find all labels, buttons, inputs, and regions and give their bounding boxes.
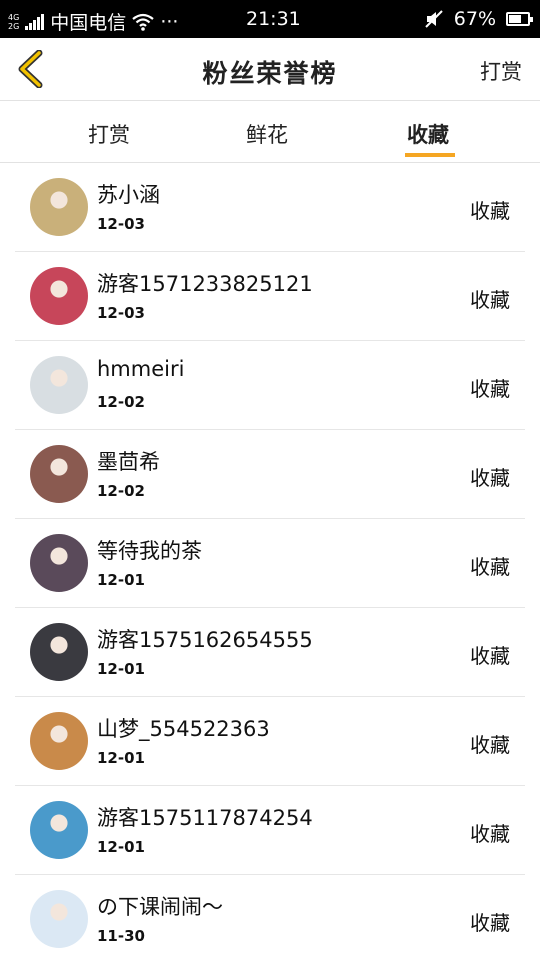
reward-button[interactable]: 打赏: [480, 56, 522, 86]
fan-list: 苏小涵 12-03 收藏 游客1571233825121 12-03 收藏 hmmeiri 1…: [0, 163, 540, 960]
fan-name: の下课闹闹～: [97, 895, 223, 919]
tab-favorites[interactable]: 收藏: [407, 119, 449, 149]
status-left: 4G 2G 中国电信 ···: [8, 8, 178, 35]
fan-name: 游客1575117874254: [97, 806, 313, 830]
fan-list-item[interactable]: 游客1571233825121 12-03 收藏: [0, 252, 540, 341]
tab-bar: 打赏 鲜花 收藏: [0, 101, 540, 163]
avatar[interactable]: [30, 267, 88, 325]
fan-name: 游客1571233825121: [97, 272, 313, 296]
fan-list-item[interactable]: 苏小涵 12-03 收藏: [0, 163, 540, 252]
avatar[interactable]: [30, 801, 88, 859]
fan-list-item[interactable]: hmmeiri 12-02 收藏: [0, 341, 540, 430]
fan-date: 12-03: [97, 215, 145, 233]
fan-date: 12-01: [97, 571, 145, 589]
signal-icon: [25, 13, 45, 30]
active-tab-indicator: [405, 153, 455, 157]
battery-percent: 67%: [453, 8, 496, 30]
avatar[interactable]: [30, 623, 88, 681]
avatar[interactable]: [30, 356, 88, 414]
fan-date: 12-03: [97, 304, 145, 322]
status-right: 67%: [424, 8, 533, 30]
avatar[interactable]: [30, 534, 88, 592]
battery-icon: [506, 12, 533, 26]
fan-date: 11-30: [97, 927, 145, 945]
network-type-top: 4G: [8, 12, 20, 22]
fan-name: 游客1575162654555: [97, 628, 313, 652]
avatar[interactable]: [30, 890, 88, 948]
tab-flowers[interactable]: 鲜花: [246, 119, 288, 149]
fan-date: 12-02: [97, 393, 145, 411]
status-bar: 4G 2G 中国电信 ··· 21:31 67%: [0, 0, 540, 38]
fan-name: 苏小涵: [97, 183, 160, 207]
fan-action-label: 收藏: [470, 911, 510, 935]
fan-list-item[interactable]: 墨茴希 12-02 收藏: [0, 430, 540, 519]
wifi-icon: [132, 13, 154, 31]
fan-date: 12-01: [97, 838, 145, 856]
fan-action-label: 收藏: [470, 644, 510, 668]
fan-list-item[interactable]: 游客1575117874254 12-01 收藏: [0, 786, 540, 875]
fan-list-item[interactable]: 等待我的茶 12-01 收藏: [0, 519, 540, 608]
fan-action-label: 收藏: [470, 733, 510, 757]
more-status-dots: ···: [160, 10, 179, 33]
fan-action-label: 收藏: [470, 555, 510, 579]
network-type-bottom: 2G: [8, 21, 20, 31]
network-type: 4G 2G: [8, 13, 19, 31]
fan-list-item[interactable]: の下课闹闹～ 11-30 收藏: [0, 875, 540, 960]
battery-fill: [509, 15, 522, 23]
fan-name: 等待我的茶: [97, 539, 202, 563]
tab-reward[interactable]: 打赏: [88, 119, 130, 149]
carrier-name: 中国电信: [50, 12, 127, 34]
avatar[interactable]: [30, 712, 88, 770]
avatar[interactable]: [30, 178, 88, 236]
fan-name: hmmeiri: [97, 357, 185, 381]
status-time: 21:31: [246, 8, 301, 30]
nav-bar: 粉丝荣誉榜 打赏: [0, 38, 540, 101]
fan-name: 墨茴希: [97, 450, 160, 474]
fan-date: 12-01: [97, 749, 145, 767]
fan-date: 12-01: [97, 660, 145, 678]
fan-action-label: 收藏: [470, 199, 510, 223]
fan-action-label: 收藏: [470, 288, 510, 312]
fan-name: 山梦_554522363: [97, 717, 270, 741]
fan-action-label: 收藏: [470, 822, 510, 846]
mute-icon: [425, 10, 443, 28]
fan-action-label: 收藏: [470, 377, 510, 401]
fan-list-item[interactable]: 游客1575162654555 12-01 收藏: [0, 608, 540, 697]
fan-action-label: 收藏: [470, 466, 510, 490]
page-title: 粉丝荣誉榜: [202, 59, 338, 88]
avatar[interactable]: [30, 445, 88, 503]
fan-date: 12-02: [97, 482, 145, 500]
fan-list-item[interactable]: 山梦_554522363 12-01 收藏: [0, 697, 540, 786]
